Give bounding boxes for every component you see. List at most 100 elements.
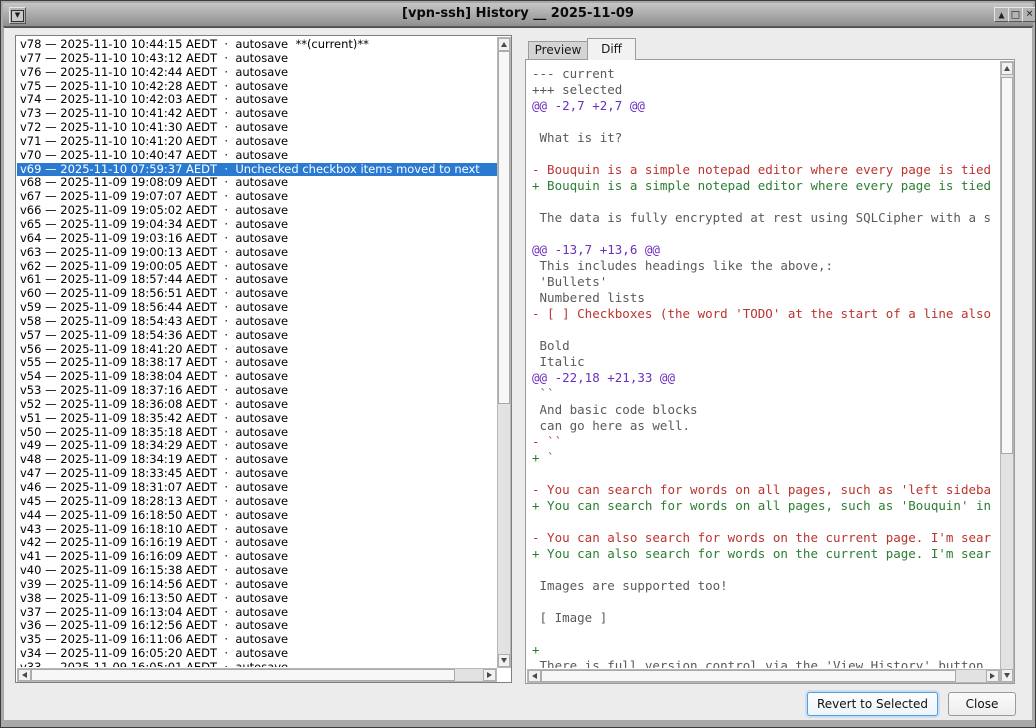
history-row[interactable]: v53 — 2025-11-09 18:37:16 AEDT · autosav…: [20, 384, 497, 398]
window-title: [vpn-ssh] History __ 2025-11-09: [3, 6, 1033, 21]
history-row[interactable]: v43 — 2025-11-09 16:18:10 AEDT · autosav…: [20, 523, 497, 537]
history-row[interactable]: v56 — 2025-11-09 18:41:20 AEDT · autosav…: [20, 343, 497, 357]
history-row[interactable]: v75 — 2025-11-10 10:42:28 AEDT · autosav…: [20, 80, 497, 94]
close-icon: ✕: [1026, 11, 1034, 20]
diff-line: - You can also search for words on the c…: [532, 530, 999, 546]
history-row[interactable]: v37 — 2025-11-09 16:13:04 AEDT · autosav…: [20, 606, 497, 620]
diff-line: Bold: [532, 338, 999, 354]
history-row[interactable]: v61 — 2025-11-09 18:57:44 AEDT · autosav…: [20, 273, 497, 287]
history-row[interactable]: v49 — 2025-11-09 18:34:29 AEDT · autosav…: [20, 439, 497, 453]
diff-line: @@ -2,7 +2,7 @@: [532, 98, 999, 114]
history-row[interactable]: v48 — 2025-11-09 18:34:19 AEDT · autosav…: [20, 453, 497, 467]
diff-vertical-scrollbar[interactable]: [1000, 61, 1014, 683]
history-row[interactable]: v73 — 2025-11-10 10:41:42 AEDT · autosav…: [20, 107, 497, 121]
scroll-left-button[interactable]: [18, 669, 31, 681]
history-row[interactable]: v64 — 2025-11-09 19:03:16 AEDT · autosav…: [20, 232, 497, 246]
diff-line: ``: [532, 386, 999, 402]
history-row[interactable]: v67 — 2025-11-09 19:07:07 AEDT · autosav…: [20, 190, 497, 204]
scroll-down-button[interactable]: [498, 654, 510, 667]
history-row[interactable]: v52 — 2025-11-09 18:36:08 AEDT · autosav…: [20, 398, 497, 412]
history-row[interactable]: v46 — 2025-11-09 18:31:07 AEDT · autosav…: [20, 481, 497, 495]
history-row[interactable]: v65 — 2025-11-09 19:04:34 AEDT · autosav…: [20, 218, 497, 232]
history-row[interactable]: v59 — 2025-11-09 18:56:44 AEDT · autosav…: [20, 301, 497, 315]
history-row[interactable]: v62 — 2025-11-09 19:00:05 AEDT · autosav…: [20, 260, 497, 274]
history-row[interactable]: v74 — 2025-11-10 10:42:03 AEDT · autosav…: [20, 93, 497, 107]
diff-line: This includes headings like the above,:: [532, 258, 999, 274]
diff-line: [532, 594, 999, 610]
history-row[interactable]: v34 — 2025-11-09 16:05:20 AEDT · autosav…: [20, 647, 497, 661]
list-vscroll-thumb[interactable]: [498, 51, 510, 404]
revert-to-selected-button[interactable]: Revert to Selected: [807, 692, 938, 716]
diff-line: can go here as well.: [532, 418, 999, 434]
scroll-left-button[interactable]: [528, 670, 541, 682]
history-row[interactable]: v47 — 2025-11-09 18:33:45 AEDT · autosav…: [20, 467, 497, 481]
diff-line: [532, 114, 999, 130]
scroll-right-button[interactable]: [986, 670, 999, 682]
diff-text-area[interactable]: --- current+++ selected@@ -2,7 +2,7 @@ W…: [529, 61, 999, 668]
maximize-icon: □: [1011, 10, 1020, 20]
arrow-right-icon: [487, 672, 492, 678]
history-row[interactable]: v38 — 2025-11-09 16:13:50 AEDT · autosav…: [20, 592, 497, 606]
diff-line: + You can also search for words on the c…: [532, 546, 999, 562]
history-row[interactable]: v63 — 2025-11-09 19:00:13 AEDT · autosav…: [20, 246, 497, 260]
history-row[interactable]: v35 — 2025-11-09 16:11:06 AEDT · autosav…: [20, 633, 497, 647]
diff-line: - ``: [532, 434, 999, 450]
history-row[interactable]: v41 — 2025-11-09 16:16:09 AEDT · autosav…: [20, 550, 497, 564]
history-row[interactable]: v45 — 2025-11-09 18:28:13 AEDT · autosav…: [20, 495, 497, 509]
history-row[interactable]: v54 — 2025-11-09 18:38:04 AEDT · autosav…: [20, 370, 497, 384]
history-row[interactable]: v50 — 2025-11-09 18:35:18 AEDT · autosav…: [20, 426, 497, 440]
history-row[interactable]: v66 — 2025-11-09 19:05:02 AEDT · autosav…: [20, 204, 497, 218]
diff-line: - You can search for words on all pages,…: [532, 482, 999, 498]
history-row[interactable]: v71 — 2025-11-10 10:41:20 AEDT · autosav…: [20, 135, 497, 149]
history-row[interactable]: v77 — 2025-11-10 10:43:12 AEDT · autosav…: [20, 52, 497, 66]
history-row[interactable]: v57 — 2025-11-09 18:54:36 AEDT · autosav…: [20, 329, 497, 343]
history-row[interactable]: v39 — 2025-11-09 16:14:56 AEDT · autosav…: [20, 578, 497, 592]
diff-panel: --- current+++ selected@@ -2,7 +2,7 @@ W…: [525, 59, 1015, 684]
list-hscroll-thumb[interactable]: [31, 669, 455, 681]
history-row[interactable]: v44 — 2025-11-09 16:18:50 AEDT · autosav…: [20, 509, 497, 523]
history-row-partial[interactable]: v33 — 2025-11-09 16:05:01 AEDT · autosav…: [20, 661, 497, 667]
diff-line: - [ ] Checkboxes (the word 'TODO' at the…: [532, 306, 999, 322]
diff-vscroll-thumb[interactable]: [1001, 77, 1013, 454]
close-button[interactable]: Close: [948, 692, 1016, 716]
history-row[interactable]: v70 — 2025-11-10 10:40:47 AEDT · autosav…: [20, 149, 497, 163]
history-row[interactable]: v68 — 2025-11-09 19:08:09 AEDT · autosav…: [20, 176, 497, 190]
scroll-down-button[interactable]: [1001, 669, 1013, 682]
iconify-button[interactable]: ▲: [994, 7, 1009, 22]
diff-line: [532, 514, 999, 530]
diff-line: [532, 626, 999, 642]
history-row[interactable]: v40 — 2025-11-09 16:15:38 AEDT · autosav…: [20, 564, 497, 578]
history-row[interactable]: v78 — 2025-11-10 10:44:15 AEDT · autosav…: [20, 38, 497, 52]
arrow-up-icon: [501, 42, 507, 47]
arrow-down-icon: [1004, 673, 1010, 678]
scroll-up-button[interactable]: [1001, 62, 1013, 75]
diff-line: --- current: [532, 66, 999, 82]
scroll-right-button[interactable]: [483, 669, 496, 681]
window-close-button[interactable]: ✕: [1022, 7, 1036, 22]
tab-preview[interactable]: Preview: [528, 41, 588, 60]
history-row[interactable]: v60 — 2025-11-09 18:56:51 AEDT · autosav…: [20, 287, 497, 301]
diff-line: + Bouquin is a simple notepad editor whe…: [532, 178, 999, 194]
diff-horizontal-scrollbar[interactable]: [527, 669, 1000, 683]
list-horizontal-scrollbar[interactable]: [17, 668, 497, 682]
diff-line: - Bouquin is a simple notepad editor whe…: [532, 162, 999, 178]
history-list[interactable]: v78 — 2025-11-10 10:44:15 AEDT · autosav…: [15, 35, 512, 683]
list-vertical-scrollbar[interactable]: [497, 37, 511, 668]
history-row[interactable]: v42 — 2025-11-09 16:16:19 AEDT · autosav…: [20, 536, 497, 550]
history-row-selected[interactable]: v69 — 2025-11-10 07:59:37 AEDT · Uncheck…: [17, 163, 497, 177]
history-list-rows: v78 — 2025-11-10 10:44:15 AEDT · autosav…: [17, 37, 497, 667]
arrow-left-icon: [532, 673, 537, 679]
scroll-up-button[interactable]: [498, 38, 510, 51]
tab-diff[interactable]: Diff: [587, 38, 636, 60]
maximize-button[interactable]: □: [1008, 7, 1023, 22]
titlebar[interactable]: ▼ [vpn-ssh] History __ 2025-11-09 ▲ □ ✕: [3, 3, 1033, 27]
diff-line: 'Bullets': [532, 274, 999, 290]
history-row[interactable]: v76 — 2025-11-10 10:42:44 AEDT · autosav…: [20, 66, 497, 80]
history-row[interactable]: v55 — 2025-11-09 18:38:17 AEDT · autosav…: [20, 356, 497, 370]
diff-hscroll-thumb[interactable]: [541, 670, 956, 682]
history-row[interactable]: v58 — 2025-11-09 18:54:43 AEDT · autosav…: [20, 315, 497, 329]
history-row[interactable]: v51 — 2025-11-09 18:35:42 AEDT · autosav…: [20, 412, 497, 426]
diff-line: Numbered lists: [532, 290, 999, 306]
history-row[interactable]: v72 — 2025-11-10 10:41:30 AEDT · autosav…: [20, 121, 497, 135]
history-row[interactable]: v36 — 2025-11-09 16:12:56 AEDT · autosav…: [20, 619, 497, 633]
